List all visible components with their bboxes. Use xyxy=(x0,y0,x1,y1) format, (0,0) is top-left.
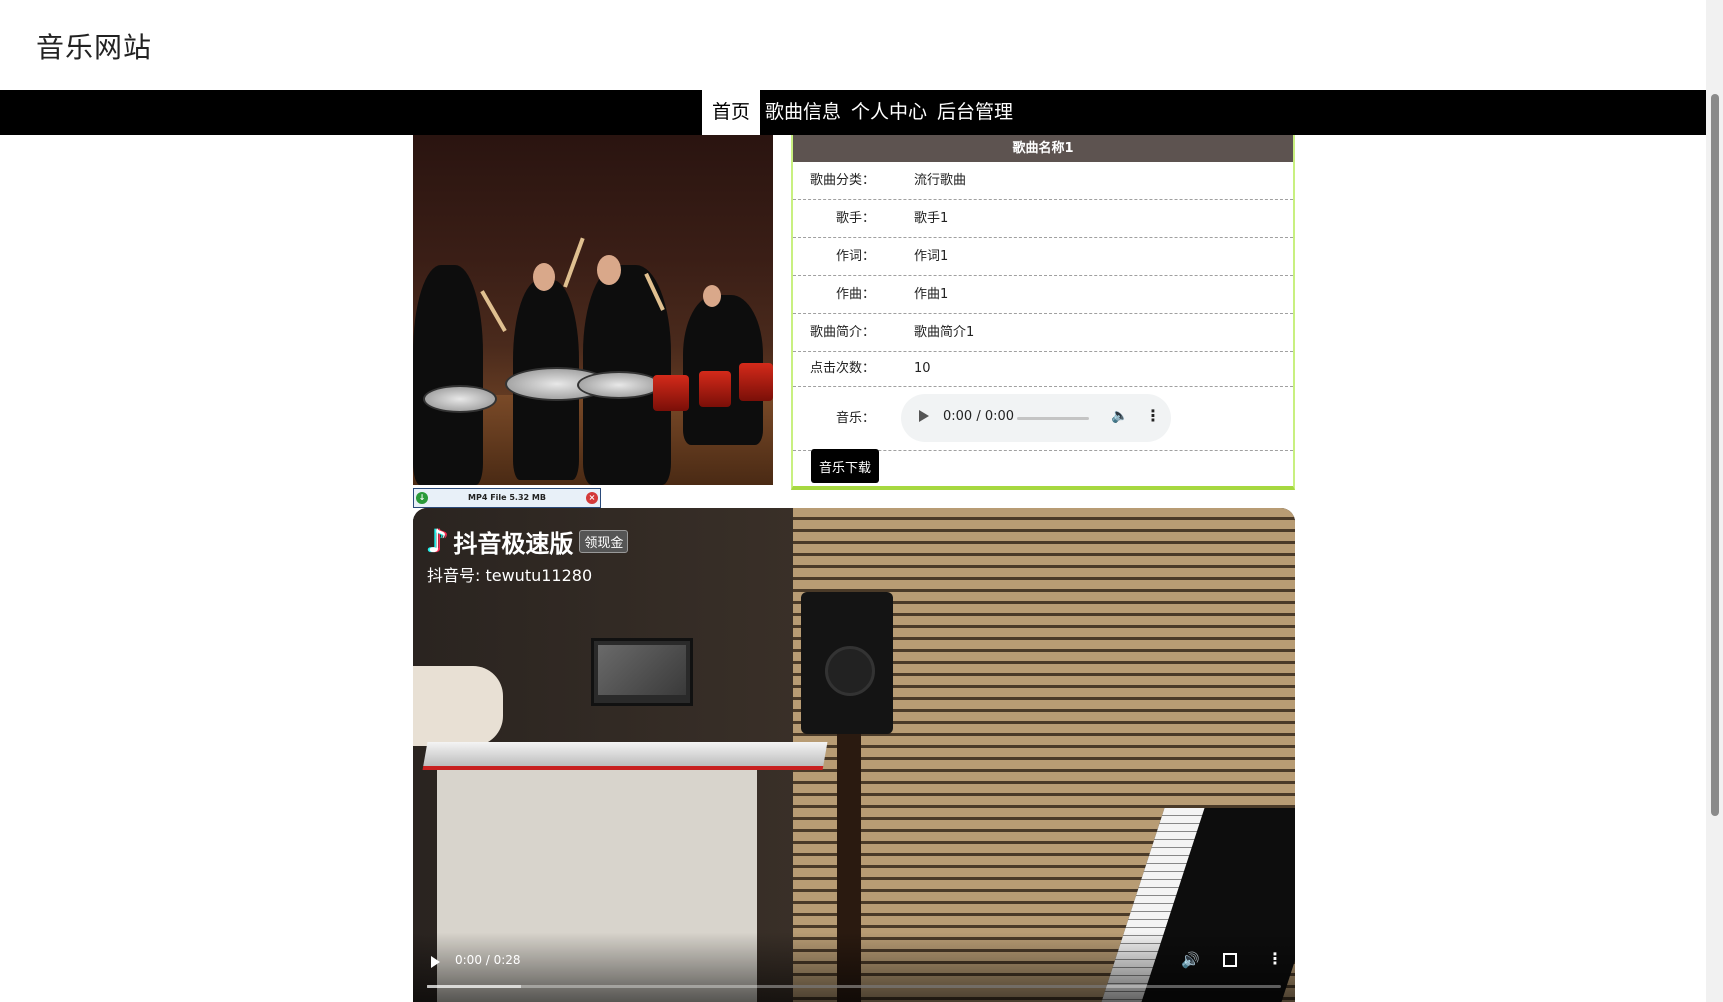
song-title: 歌曲名称1 xyxy=(793,135,1293,162)
info-label-composer: 作曲： xyxy=(835,287,875,302)
info-label-clicks: 点击次数： xyxy=(809,361,875,376)
info-row-category: 歌曲分类： 流行歌曲 xyxy=(793,162,1293,200)
video-frame-laptop xyxy=(591,638,693,706)
info-row-composer: 作曲： 作曲1 xyxy=(793,276,1293,314)
cover-red-drum xyxy=(699,371,731,407)
tiktok-account: 抖音号: tewutu11280 xyxy=(427,566,593,585)
cover-drum xyxy=(577,371,661,399)
song-cover-image xyxy=(413,135,773,485)
video-frame-speaker xyxy=(801,592,893,734)
page-scrollbar[interactable] xyxy=(1706,0,1723,1002)
volume-icon[interactable]: 🔊 xyxy=(1181,951,1200,969)
play-icon[interactable] xyxy=(431,956,440,968)
audio-time: 0:00 / 0:00 xyxy=(943,409,1015,424)
nav-item-song-info[interactable]: 歌曲信息 xyxy=(760,90,846,135)
info-value-intro: 歌曲简介1 xyxy=(914,325,975,340)
info-row-music: 音乐： 0:00 / 0:00 🔈 ⋮ xyxy=(793,387,1293,451)
play-icon[interactable] xyxy=(919,410,929,422)
video-frame-arm xyxy=(413,666,503,746)
site-header: 音乐网站 xyxy=(0,0,1706,90)
info-row-clicks: 点击次数： 10 xyxy=(793,352,1293,387)
cover-drum xyxy=(423,385,497,413)
info-value-lyricist: 作词1 xyxy=(914,249,949,264)
info-value-composer: 作曲1 xyxy=(914,287,949,302)
tiktok-watermark: ♪ 抖音极速版 领现金 xyxy=(427,522,629,560)
info-label-singer: 歌手： xyxy=(835,211,875,226)
info-value-singer: 歌手1 xyxy=(914,211,949,226)
music-download-button[interactable]: 音乐下载 xyxy=(811,449,879,483)
info-value-clicks: 10 xyxy=(914,361,931,376)
info-value-category: 流行歌曲 xyxy=(914,173,967,188)
info-label-lyricist: 作词： xyxy=(835,249,875,264)
nav-item-admin[interactable]: 后台管理 xyxy=(932,90,1018,135)
nav-items: 首页 歌曲信息 个人中心 后台管理 xyxy=(702,90,1018,135)
file-badge-text: MP4 File 5.32 MB xyxy=(468,493,546,502)
info-row-singer: 歌手： 歌手1 xyxy=(793,200,1293,238)
info-label-intro: 歌曲简介： xyxy=(809,325,875,340)
tiktok-icon: ♪ xyxy=(427,522,448,560)
info-row-intro: 歌曲简介： 歌曲简介1 xyxy=(793,314,1293,352)
main-navbar: 首页 歌曲信息 个人中心 后台管理 xyxy=(0,90,1706,135)
cover-performer xyxy=(413,265,483,485)
video-frame-laptop-screen xyxy=(598,645,686,695)
cover-drumstick xyxy=(563,237,585,288)
cover-red-drum xyxy=(653,375,689,411)
cover-performer-face xyxy=(597,255,621,285)
song-info-panel: 歌曲名称1 歌曲分类： 流行歌曲 歌手： 歌手1 作词： 作词1 作曲： 作曲1… xyxy=(791,135,1295,490)
site-title: 音乐网站 xyxy=(36,31,153,64)
info-label-music: 音乐： xyxy=(835,411,875,426)
video-progress-bar[interactable] xyxy=(427,985,1281,988)
cover-drumstick xyxy=(480,290,507,332)
scrollbar-thumb[interactable] xyxy=(1711,94,1719,816)
more-icon[interactable]: ⋮ xyxy=(1267,949,1283,968)
video-time: 0:00 / 0:28 xyxy=(455,953,521,967)
nav-item-personal-center[interactable]: 个人中心 xyxy=(846,90,932,135)
cover-red-drum xyxy=(739,363,773,401)
close-icon[interactable]: × xyxy=(586,492,598,504)
cover-performer-face xyxy=(533,263,555,291)
volume-icon[interactable]: 🔈 xyxy=(1111,408,1128,424)
tiktok-tag: 领现金 xyxy=(579,529,629,553)
info-row-lyricist: 作词： 作词1 xyxy=(793,238,1293,276)
more-icon[interactable]: ⋮ xyxy=(1145,406,1161,425)
video-controls: 0:00 / 0:28 🔊 ⋮ xyxy=(413,932,1295,1002)
video-buffered-bar xyxy=(427,985,521,988)
file-download-badge[interactable]: ↓ MP4 File 5.32 MB × xyxy=(413,488,601,508)
audio-player[interactable]: 0:00 / 0:00 🔈 ⋮ xyxy=(901,394,1171,442)
audio-progress-bar[interactable] xyxy=(1017,417,1089,420)
video-frame-speaker-cone xyxy=(825,646,875,696)
video-player[interactable]: ♪ 抖音极速版 领现金 抖音号: tewutu11280 0:00 / 0:28… xyxy=(413,508,1295,1002)
fullscreen-icon[interactable] xyxy=(1223,953,1237,967)
cover-performer-face xyxy=(703,285,721,307)
info-label-category: 歌曲分类： xyxy=(809,173,875,188)
download-icon[interactable]: ↓ xyxy=(416,492,428,504)
nav-item-home[interactable]: 首页 xyxy=(702,90,761,135)
tiktok-app-name: 抖音极速版 xyxy=(453,529,574,558)
video-frame-keyboard xyxy=(422,742,828,770)
